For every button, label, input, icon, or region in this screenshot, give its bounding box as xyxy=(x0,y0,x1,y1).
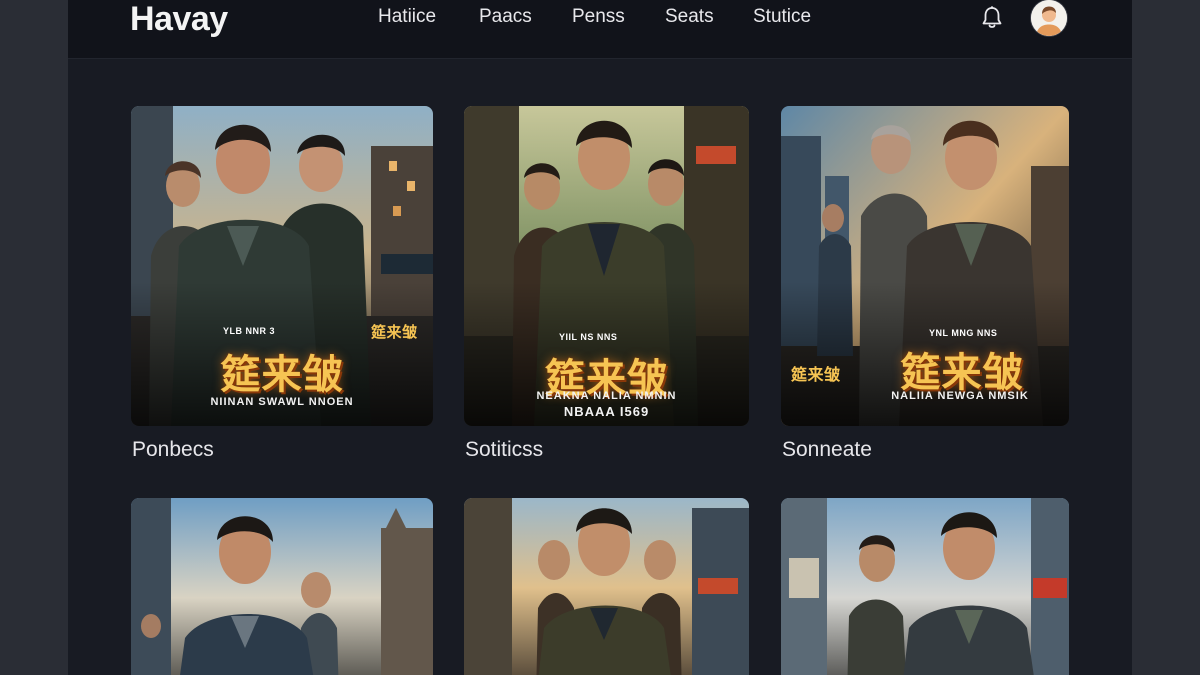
bell-icon[interactable] xyxy=(980,5,1004,31)
movie-poster[interactable] xyxy=(464,498,749,675)
poster-credits-line2: NBAAA I569 xyxy=(563,404,650,419)
movie-title[interactable]: Sotiticss xyxy=(465,438,543,462)
avatar[interactable] xyxy=(1031,0,1067,36)
poster-side-title: 筵来皱 xyxy=(371,324,418,341)
movie-poster[interactable]: YLB NNR 3 筵来皱 NIINAN SWAWL NNOEN 筵来皱 xyxy=(131,106,433,426)
poster-tagline: YNL MNG NNS xyxy=(929,328,998,338)
app-logo[interactable]: Havay xyxy=(130,0,228,40)
poster-tagline: YIIL NS NNS xyxy=(559,332,618,342)
nav-item-penss[interactable]: Penss xyxy=(572,6,625,28)
poster-credits: NIINAN SWAWL NNOEN xyxy=(210,396,354,408)
app-window: Havay Hatiice Paacs Penss Seats Stutice xyxy=(68,0,1132,675)
poster-credits: NALIIA NEWGA NMSIK xyxy=(891,390,1029,402)
top-navigation-bar: Havay Hatiice Paacs Penss Seats Stutice xyxy=(68,0,1132,59)
poster-credits: NEAKNA NALIA NMNIN xyxy=(536,390,677,402)
poster-title: 筵来皱 xyxy=(220,352,344,398)
movie-poster[interactable]: YIIL NS NNS 筵来皱 NEAKNA NALIA NMNIN NBAAA… xyxy=(464,106,749,426)
movie-title[interactable]: Ponbecs xyxy=(132,438,214,462)
movie-poster[interactable]: YNL MNG NNS 筵来皱 NALIIA NEWGA NMSIK 筵来皱 xyxy=(781,106,1069,426)
movie-poster[interactable] xyxy=(781,498,1069,675)
nav-item-hatiice[interactable]: Hatiice xyxy=(378,6,436,28)
movie-poster[interactable] xyxy=(131,498,433,675)
poster-side-title: 筵来皱 xyxy=(791,367,841,384)
nav-item-paacs[interactable]: Paacs xyxy=(479,6,532,28)
nav-item-stutice[interactable]: Stutice xyxy=(753,6,811,28)
poster-tagline: YLB NNR 3 xyxy=(223,326,276,336)
nav-item-seats[interactable]: Seats xyxy=(665,6,714,28)
movie-title[interactable]: Sonneate xyxy=(782,438,872,462)
